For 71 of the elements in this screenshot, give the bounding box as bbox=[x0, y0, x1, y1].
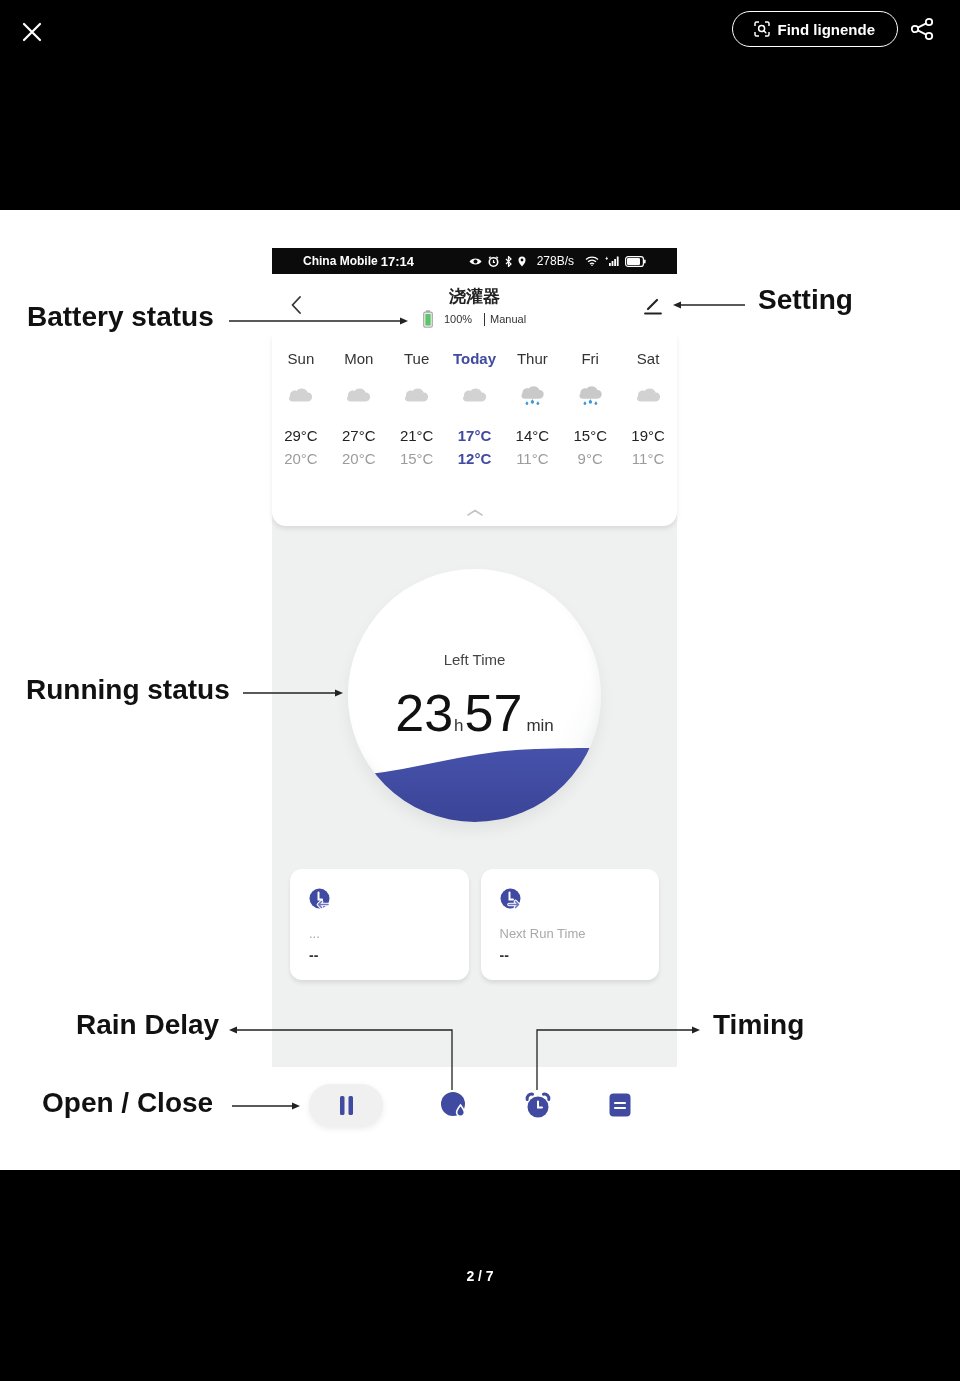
carrier-name: China Mobile bbox=[303, 254, 378, 268]
high-temperature: 29°C bbox=[284, 426, 318, 446]
hours-unit: h bbox=[454, 716, 464, 736]
day-label: Sat bbox=[636, 349, 660, 369]
card-value: -- bbox=[499, 947, 509, 963]
minutes-value: 57 bbox=[464, 685, 523, 741]
cloud-icon bbox=[288, 388, 314, 402]
callout-label: Timing bbox=[713, 1009, 805, 1041]
scan-icon bbox=[753, 21, 770, 37]
edit-icon[interactable] bbox=[643, 296, 663, 315]
callout-label: Running status bbox=[26, 674, 230, 706]
share-icon[interactable] bbox=[910, 17, 934, 41]
high-temperature: 21°C bbox=[399, 426, 434, 446]
battery-icon bbox=[422, 310, 433, 328]
low-temperature: 11°C bbox=[631, 449, 665, 469]
hours-value: 23 bbox=[395, 685, 454, 741]
bluetooth-icon bbox=[504, 255, 512, 267]
low-temperature: 20°C bbox=[284, 449, 318, 469]
callout-label: Rain Delay bbox=[76, 1009, 220, 1041]
wifi-icon bbox=[585, 256, 599, 266]
callout-label: Open / Close bbox=[42, 1087, 214, 1119]
card-label: Next Run Time bbox=[499, 926, 586, 942]
water-drop-icon[interactable] bbox=[441, 1092, 467, 1118]
day-label: Today bbox=[452, 349, 496, 369]
cloud-icon bbox=[346, 388, 372, 402]
network-speed: 278B/s bbox=[536, 254, 574, 268]
cloud-icon bbox=[404, 388, 430, 402]
cloud-icon bbox=[462, 388, 487, 402]
callout-label: Setting bbox=[758, 284, 853, 316]
day-label: Fri bbox=[581, 349, 599, 369]
signal-icon bbox=[605, 256, 619, 266]
rain-cloud-icon bbox=[577, 385, 603, 405]
low-temperature: 12°C bbox=[457, 449, 492, 469]
location-icon bbox=[517, 255, 526, 267]
mode-label: Manual bbox=[484, 312, 527, 326]
low-temperature: 15°C bbox=[399, 449, 434, 469]
page-indicator: 2 / 7 bbox=[466, 1267, 494, 1284]
day-label: Mon bbox=[344, 349, 374, 369]
pause-button[interactable] bbox=[309, 1083, 383, 1127]
battery-icon bbox=[625, 255, 646, 267]
alarm-icon bbox=[487, 255, 499, 267]
clock-arrow-left-icon bbox=[309, 888, 331, 910]
eye-icon bbox=[468, 256, 482, 266]
callout-arrow bbox=[231, 1102, 300, 1110]
app-title: 浇灌器 bbox=[449, 286, 500, 308]
card-label: ... bbox=[309, 926, 320, 942]
status-time: 17:14 bbox=[380, 253, 414, 269]
pause-icon bbox=[339, 1095, 353, 1115]
day-label: Thur bbox=[516, 349, 548, 369]
day-label: Sun bbox=[287, 349, 315, 369]
high-temperature: 15°C bbox=[573, 426, 607, 446]
callout-label: Battery status bbox=[27, 301, 214, 333]
day-label: Tue bbox=[404, 349, 430, 369]
low-temperature: 11°C bbox=[516, 449, 549, 469]
cloud-icon bbox=[635, 388, 661, 402]
high-temperature: 17°C bbox=[457, 426, 492, 446]
high-temperature: 27°C bbox=[342, 426, 376, 446]
high-temperature: 14°C bbox=[515, 426, 550, 446]
battery-percent: 100% bbox=[443, 312, 473, 326]
low-temperature: 20°C bbox=[342, 449, 376, 469]
high-temperature: 19°C bbox=[631, 426, 665, 446]
minutes-unit: min bbox=[526, 716, 554, 736]
timer-label: Left Time bbox=[443, 650, 506, 670]
clock-arrow-right-icon bbox=[499, 888, 522, 910]
alarm-clock-icon[interactable] bbox=[525, 1092, 551, 1118]
card-value: -- bbox=[309, 947, 319, 963]
back-icon[interactable] bbox=[291, 295, 301, 314]
close-icon[interactable] bbox=[22, 22, 42, 42]
low-temperature: 9°C bbox=[577, 449, 603, 469]
document-icon[interactable] bbox=[609, 1093, 631, 1117]
rain-cloud-icon bbox=[519, 385, 545, 405]
